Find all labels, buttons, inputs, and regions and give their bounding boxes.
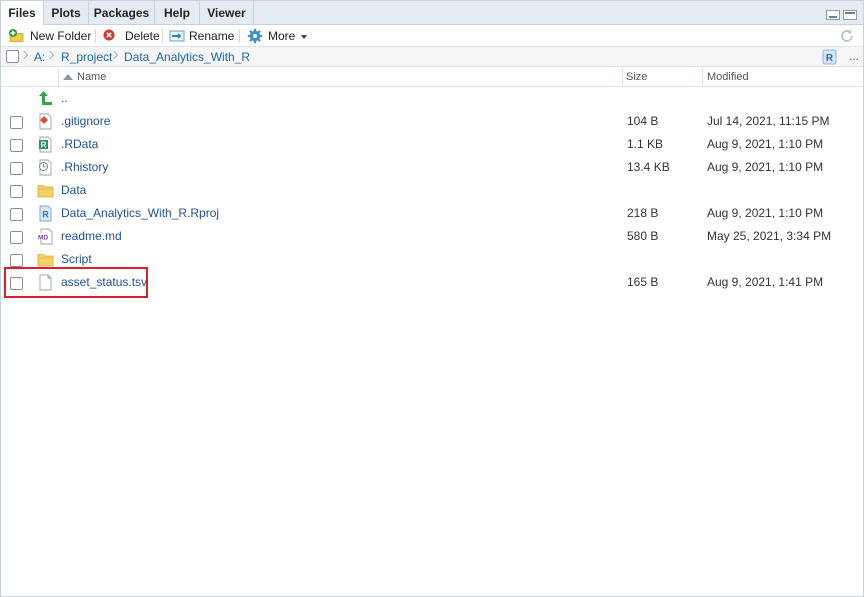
file-size: 1.1 KB [627,137,664,151]
file-modified: May 25, 2021, 3:34 PM [707,229,832,243]
breadcrumb-item-r-project[interactable]: R_project [61,49,112,65]
files-toolbar: New Folder Delete Rename More [1,25,863,47]
file-row: MD readme.md 580 B May 25, 2021, 3:34 PM [1,225,863,248]
toolbar-separator [239,29,240,43]
gear-icon [247,28,263,44]
rproj-icon[interactable]: R [822,49,837,65]
file-name-link[interactable]: Data [61,179,86,202]
file-name-link[interactable]: asset_status.tsv [61,271,147,294]
file-checkbox[interactable] [10,162,23,175]
gitignore-file-icon [39,113,52,130]
file-size: 13.4 KB [627,160,670,174]
file-list-header: Name Size Modified [1,67,863,87]
file-row: R Data_Analytics_With_R.Rproj 218 B Aug … [1,202,863,225]
file-checkbox[interactable] [10,254,23,267]
svg-text:R: R [41,141,47,150]
column-divider [58,67,59,87]
delete-label: Delete [125,29,160,43]
chevron-right-icon [45,50,55,60]
file-name-link[interactable]: .RData [61,133,98,156]
file-name-link[interactable]: Script [61,248,92,271]
tab-help[interactable]: Help [155,1,200,25]
file-checkbox[interactable] [10,208,23,221]
file-checkbox[interactable] [10,139,23,152]
column-divider [622,67,623,87]
folder-icon [37,254,54,267]
go-up-icon [39,91,52,105]
file-modified: Aug 9, 2021, 1:10 PM [707,160,824,174]
new-folder-button[interactable]: New Folder [8,27,92,45]
file-checkbox[interactable] [10,277,23,290]
select-all-checkbox[interactable] [6,50,19,63]
chevron-right-icon [19,50,29,60]
svg-text:MD: MD [38,234,48,241]
chevron-down-icon [301,35,307,39]
parent-directory-link[interactable]: .. [61,87,68,110]
column-header-name[interactable]: Name [77,67,106,87]
file-row: .gitignore 104 B Jul 14, 2021, 11:15 PM [1,110,863,133]
more-menu-button[interactable]: More [247,27,309,45]
file-size: 218 B [627,206,659,220]
maximize-pane-button[interactable] [843,10,857,20]
file-name-link[interactable]: readme.md [61,225,122,248]
rdata-file-icon: R [39,136,52,153]
file-row: .Rhistory 13.4 KB Aug 9, 2021, 1:10 PM [1,156,863,179]
file-row: Script [1,248,863,271]
tab-bar: Files Plots Packages Help Viewer [1,1,863,26]
rename-button[interactable]: Rename [169,27,235,45]
file-modified: Aug 9, 2021, 1:10 PM [707,137,824,151]
column-header-modified[interactable]: Modified [707,67,749,87]
text-file-icon [39,274,52,291]
file-name-link[interactable]: .gitignore [61,110,110,133]
breadcrumb-item-drive[interactable]: A: [34,49,45,65]
toolbar-separator [95,29,96,43]
rename-icon [169,30,185,42]
parent-directory-row[interactable]: .. [1,87,863,110]
sort-ascending-icon [63,74,73,80]
file-modified: Aug 9, 2021, 1:41 PM [707,275,824,289]
tab-packages[interactable]: Packages [89,1,155,25]
file-modified: Jul 14, 2021, 11:15 PM [707,114,830,128]
file-row: asset_status.tsv 165 B Aug 9, 2021, 1:41… [1,271,863,294]
svg-text:R: R [42,210,49,220]
file-size: 165 B [627,275,659,289]
column-header-size[interactable]: Size [626,67,647,87]
column-divider [702,67,703,87]
svg-text:R: R [826,53,834,64]
file-checkbox[interactable] [10,116,23,129]
new-folder-label: New Folder [30,29,92,43]
refresh-icon[interactable] [839,28,855,44]
rproj-file-icon: R [39,205,52,222]
file-checkbox[interactable] [10,185,23,198]
file-name-link[interactable]: Data_Analytics_With_R.Rproj [61,202,219,225]
file-size: 104 B [627,114,659,128]
pane-window-controls [823,9,857,23]
minimize-pane-button[interactable] [826,10,840,20]
tab-viewer[interactable]: Viewer [200,1,254,25]
markdown-file-icon: MD [37,228,53,245]
file-row: Data [1,179,863,202]
folder-icon [37,185,54,198]
new-folder-icon [9,29,24,42]
rename-label: Rename [189,29,235,43]
file-name-link[interactable]: .Rhistory [61,156,108,179]
tab-files[interactable]: Files [1,1,44,26]
file-row: R .RData 1.1 KB Aug 9, 2021, 1:10 PM [1,133,863,156]
file-checkbox[interactable] [10,231,23,244]
files-pane: Files Plots Packages Help Viewer New Fol… [0,0,864,597]
more-label: More [268,29,296,43]
breadcrumb: A: R_project Data_Analytics_With_R R ... [1,47,863,67]
toolbar-separator [162,29,163,43]
rhistory-file-icon [39,159,52,176]
delete-icon [103,29,115,41]
more-path-button[interactable]: ... [849,49,859,63]
file-size: 580 B [627,229,659,243]
file-modified: Aug 9, 2021, 1:10 PM [707,206,824,220]
tab-plots[interactable]: Plots [44,1,89,25]
delete-button[interactable]: Delete [102,27,160,45]
breadcrumb-item-data-analytics[interactable]: Data_Analytics_With_R [124,49,250,65]
